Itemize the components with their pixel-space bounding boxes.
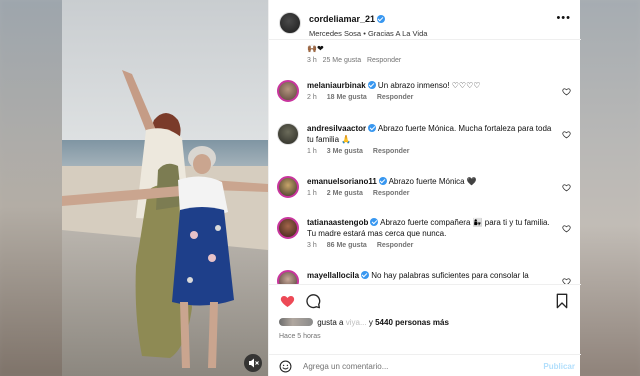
comment-item: melaniaurbinak Un abrazo inmenso! ♡♡♡♡ 2… [277, 80, 573, 102]
reply-button[interactable]: Responder [377, 94, 414, 101]
instagram-post-modal-screenshot: cordeliamar_21 Mercedes Sosa • Gracias A… [0, 0, 640, 376]
comment-item: mayellallocila No hay palabras suficient… [277, 270, 573, 284]
verified-badge-icon [377, 15, 386, 23]
verified-badge-icon [368, 124, 377, 132]
comment-item: tatianaastengob Abrazo fuerte compañera … [277, 217, 573, 249]
author-info: cordeliamar_21 Mercedes Sosa • Gracias A… [309, 12, 427, 40]
comment-fragment-meta: 3 h 25 Me gusta Responder [307, 57, 401, 64]
comment-time: 3 h [307, 57, 317, 64]
commenter-username[interactable]: tatianaastengob [307, 218, 368, 227]
backdrop-right-blur [580, 0, 640, 376]
comment-fragment-text: 🙌🏾❤ [307, 44, 324, 53]
publish-button[interactable]: Publicar [543, 362, 575, 371]
emoji-icon[interactable] [279, 360, 292, 373]
liker-avatars [279, 318, 313, 326]
comment-time: 3 h [307, 242, 317, 249]
likes-count[interactable]: 5440 personas más [375, 318, 449, 327]
reply-button[interactable]: Responder [367, 57, 401, 64]
verified-badge-icon [361, 271, 370, 279]
comment-likes[interactable]: 18 Me gusta [327, 94, 367, 101]
comment-input[interactable] [303, 360, 523, 373]
commenter-avatar[interactable] [277, 270, 299, 284]
author-avatar[interactable] [279, 12, 301, 34]
heart-outline-icon[interactable] [562, 130, 571, 139]
photo-illustration [62, 0, 268, 376]
comment-likes[interactable]: 25 Me gusta [323, 57, 362, 64]
commenter-avatar[interactable] [277, 176, 299, 198]
verified-badge-icon [367, 81, 376, 89]
commenter-username[interactable]: melaniaurbinak [307, 81, 366, 90]
verified-badge-icon [378, 177, 387, 185]
reply-button[interactable]: Responder [373, 190, 410, 197]
post-timestamp[interactable]: Hace 5 horas [279, 333, 321, 340]
heart-outline-icon[interactable] [562, 183, 571, 192]
post-panel: cordeliamar_21 Mercedes Sosa • Gracias A… [268, 0, 581, 376]
comment-likes[interactable]: 3 Me gusta [327, 148, 363, 155]
add-comment-bar: Publicar [269, 354, 581, 376]
backdrop-left-blur [0, 0, 62, 376]
comment-text: No hay palabras suficientes para consola… [371, 271, 529, 280]
commenter-avatar[interactable] [277, 80, 299, 102]
likes-prefix: gusta a [317, 318, 344, 327]
reply-button[interactable]: Responder [373, 148, 410, 155]
heart-outline-icon[interactable] [562, 277, 571, 284]
likes-summary[interactable]: gusta a viya... y 5440 personas más [279, 318, 449, 327]
audio-track: Gracias A La Vida [367, 29, 428, 38]
post-photo[interactable] [62, 0, 268, 376]
reply-button[interactable]: Responder [377, 242, 414, 249]
comment-text: Abrazo fuerte Mónica 🖤 [388, 177, 477, 186]
commenter-avatar[interactable] [277, 123, 299, 145]
author-username[interactable]: cordeliamar_21 [309, 14, 375, 24]
comment-item: emanuelsoriano11 Abrazo fuerte Mónica 🖤 … [277, 176, 573, 198]
post-modal: cordeliamar_21 Mercedes Sosa • Gracias A… [62, 0, 581, 376]
more-icon[interactable]: ••• [556, 13, 571, 24]
audio-attribution[interactable]: Mercedes Sosa • Gracias A La Vida [309, 28, 427, 40]
comment-time: 2 h [307, 94, 317, 101]
commenter-username[interactable]: andresilvaactor [307, 124, 366, 133]
audio-artist: Mercedes Sosa [309, 29, 362, 38]
commenter-username[interactable]: emanuelsoriano11 [307, 177, 377, 186]
likes-middle: y [368, 318, 373, 327]
liker-name[interactable]: viya... [346, 318, 367, 327]
comment-time: 1 h [307, 190, 317, 197]
comment-likes[interactable]: 86 Me gusta [327, 242, 367, 249]
commenter-avatar[interactable] [277, 217, 299, 239]
heart-filled-icon[interactable] [279, 293, 296, 309]
comments-list[interactable]: 🙌🏾❤ 3 h 25 Me gusta Responder melaniaurb… [269, 40, 581, 284]
action-bar [269, 284, 581, 316]
comment-icon[interactable] [305, 293, 321, 309]
audio-muted-icon[interactable] [244, 354, 262, 372]
heart-outline-icon[interactable] [562, 224, 571, 233]
comment-time: 1 h [307, 148, 317, 155]
comment-likes[interactable]: 2 Me gusta [327, 190, 363, 197]
heart-outline-icon[interactable] [562, 87, 571, 96]
comment-text: Un abrazo inmenso! ♡♡♡♡ [377, 81, 481, 90]
bookmark-icon[interactable] [555, 293, 569, 309]
audio-separator: • [363, 29, 366, 38]
comment-item: andresilvaactor Abrazo fuerte Mónica. Mu… [277, 123, 573, 155]
post-header: cordeliamar_21 Mercedes Sosa • Gracias A… [269, 0, 581, 40]
verified-badge-icon [370, 218, 379, 226]
commenter-username[interactable]: mayellallocila [307, 271, 359, 280]
